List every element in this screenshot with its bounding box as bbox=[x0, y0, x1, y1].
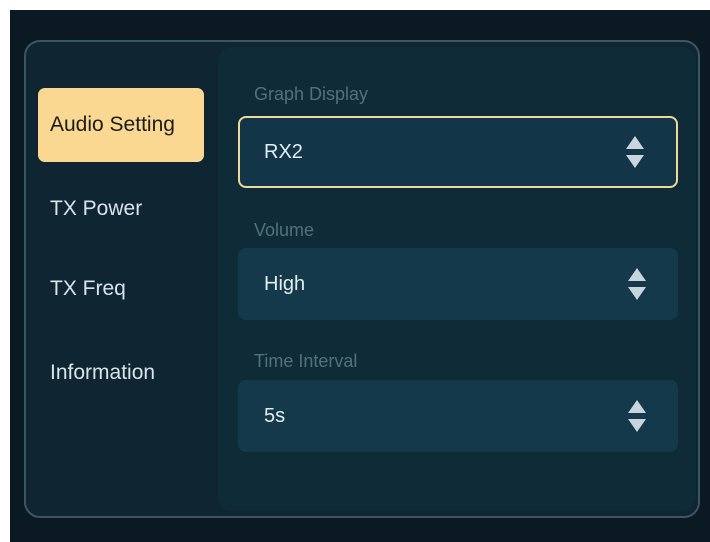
volume-select[interactable]: High bbox=[238, 248, 678, 320]
sidebar-item-tx-power[interactable]: TX Power bbox=[38, 172, 204, 246]
graph-display-label: Graph Display bbox=[254, 84, 369, 104]
sort-up-down-icon bbox=[628, 400, 646, 432]
settings-panel: Audio Setting TX Power TX Freq Informati… bbox=[24, 40, 700, 518]
volume-value: High bbox=[264, 272, 306, 295]
time-interval-label: Time Interval bbox=[254, 351, 358, 371]
sidebar-item-label: TX Power bbox=[50, 197, 143, 220]
time-interval-select[interactable]: 5s bbox=[238, 380, 678, 452]
volume-label: Volume bbox=[254, 220, 315, 240]
sidebar-item-label: TX Freq bbox=[50, 277, 126, 300]
device-screen: Audio Setting TX Power TX Freq Informati… bbox=[10, 10, 710, 542]
sidebar-item-information[interactable]: Information bbox=[38, 336, 204, 410]
sidebar-item-label: Information bbox=[50, 361, 156, 384]
sidebar-item-label: Audio Setting bbox=[50, 113, 175, 136]
sidebar-item-audio-setting[interactable]: Audio Setting bbox=[38, 88, 204, 162]
time-interval-value: 5s bbox=[264, 404, 286, 427]
graph-display-select[interactable]: RX2 bbox=[238, 116, 678, 188]
sort-up-down-icon bbox=[628, 268, 646, 300]
sort-up-down-icon bbox=[626, 136, 644, 168]
graph-display-value: RX2 bbox=[264, 140, 303, 163]
sidebar-item-tx-freq[interactable]: TX Freq bbox=[38, 252, 204, 326]
